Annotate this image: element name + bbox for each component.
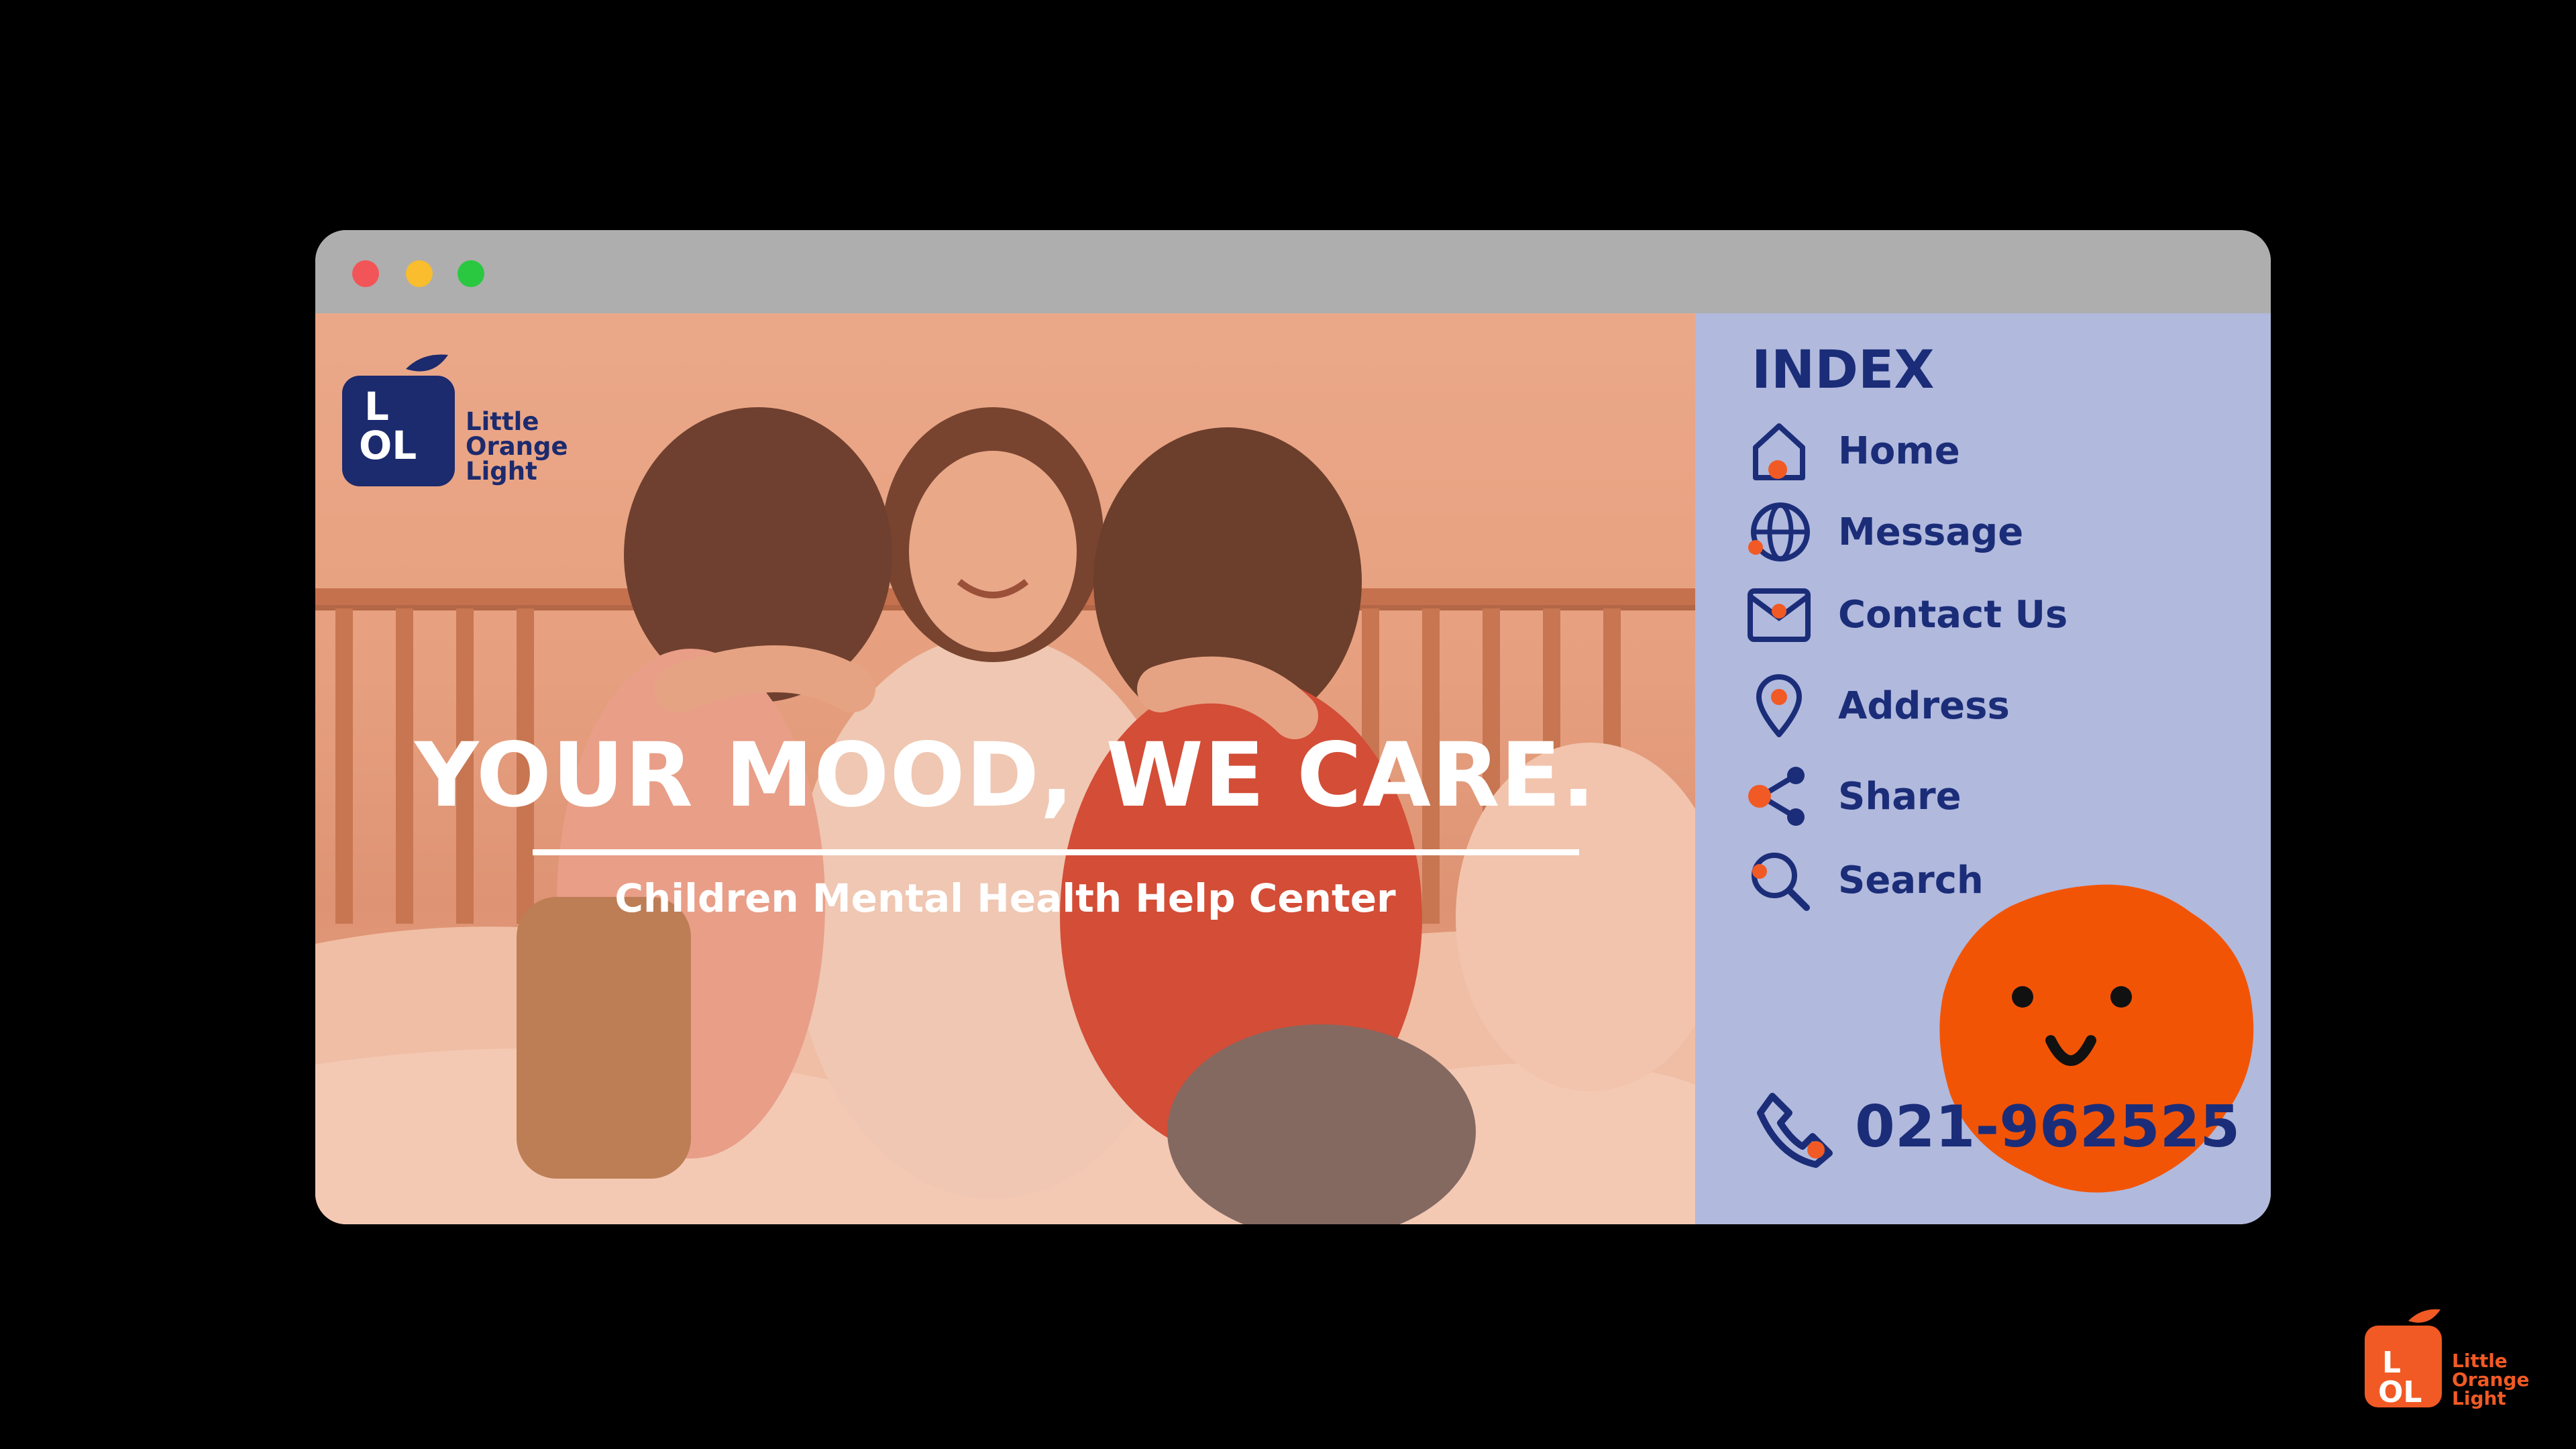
search-icon [1752,853,1810,911]
close-window-button[interactable] [352,260,379,287]
maximize-window-button[interactable] [458,260,484,287]
hero-headline: YOUR MOOD, WE CARE. [414,724,1597,827]
index-title: INDEX [1752,340,1935,400]
corner-brand-mark-letters: L OL [2378,1348,2422,1407]
nav-label: Share [1838,774,1962,818]
nav-label: Home [1838,429,1960,473]
share-icon [1748,767,1805,826]
nav-item-home[interactable]: Home [1742,414,2145,488]
headline-divider [533,849,1579,855]
globe-icon [1748,502,1810,561]
corner-brand-mark-letter: OL [2378,1375,2422,1409]
phone-icon [1757,1093,1833,1168]
nav-label: Contact Us [1838,592,2068,637]
title-bar [315,230,2271,313]
brand-name-line: Light [466,457,537,486]
phone-number[interactable]: 021-962525 [1855,1093,2240,1161]
brand-mark-letter: OL [359,423,417,468]
nav-item-address[interactable]: Address [1742,669,2145,743]
nav-item-contact-us[interactable]: Contact Us [1742,578,2145,651]
map-pin-icon [1756,674,1802,737]
nav-item-share[interactable]: Share [1742,759,2145,833]
mail-icon [1748,588,1811,642]
hero-banner: Little Orange Light L OL YOUR MOOD, WE C… [315,313,1695,1224]
home-icon [1753,423,1805,480]
corner-brand-name-line: Little [2452,1350,2508,1372]
nav-label: Message [1838,510,2024,554]
corner-brand-name-line: Orange [2452,1368,2530,1391]
brand-name-line: Little [466,407,539,436]
corner-brand-name: Little Orange Light [2452,1352,2529,1408]
hero-subheadline: Children Mental Health Help Center [614,875,1396,921]
brand-name-line: Orange [466,432,568,461]
nav-label: Address [1838,684,2010,728]
minimize-window-button[interactable] [406,260,433,287]
corner-brand-name-line: Light [2452,1387,2506,1409]
brand-mark-letters: L OL [359,387,417,465]
brand-name: Little Orange Light [466,409,568,484]
corner-brand-mark-letter: L [2382,1346,2402,1380]
brand-mark-letter: L [364,384,389,429]
nav-item-message[interactable]: Message [1742,495,2145,569]
